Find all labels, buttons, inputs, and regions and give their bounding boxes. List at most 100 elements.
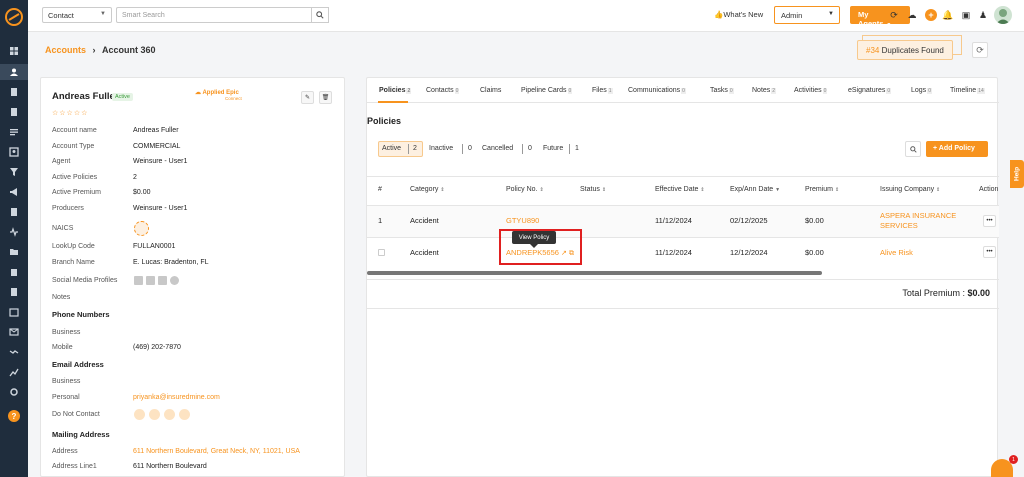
id-card-icon[interactable] bbox=[9, 147, 19, 157]
email-link[interactable]: priyanka@insuredmine.com bbox=[133, 394, 220, 401]
field-value: Andreas Fuller bbox=[133, 127, 179, 134]
column-header-policy-no[interactable]: Policy No. ⇕ bbox=[506, 186, 544, 193]
social-media-icons bbox=[134, 276, 179, 285]
field-label: Active Premium bbox=[52, 189, 102, 196]
phone-numbers-heading: Phone Numbers bbox=[52, 310, 110, 319]
report-icon[interactable] bbox=[9, 207, 19, 217]
calendar-icon[interactable] bbox=[9, 307, 19, 317]
row-checkbox[interactable] bbox=[378, 249, 385, 256]
field-label: Agent bbox=[52, 158, 71, 165]
column-label: Category bbox=[410, 186, 439, 193]
cloud-icon[interactable]: ☁ bbox=[906, 9, 918, 21]
add-circle-icon[interactable]: + bbox=[925, 9, 937, 21]
globe-icon[interactable] bbox=[170, 276, 179, 285]
field-label: Business bbox=[52, 329, 81, 336]
tab-claims[interactable]: Claims bbox=[480, 87, 501, 94]
column-header-exp-date[interactable]: Exp/Ann Date ▼ bbox=[730, 186, 780, 193]
filter-cancelled[interactable]: Cancelled bbox=[482, 145, 513, 152]
smart-search-input[interactable]: Smart Search bbox=[116, 7, 312, 23]
issuing-company-link[interactable]: Alive Risk bbox=[880, 248, 913, 257]
delete-button[interactable]: 🗑 bbox=[319, 91, 332, 104]
list-icon[interactable] bbox=[9, 127, 19, 137]
admin-select[interactable]: Admin ▼ bbox=[774, 6, 840, 24]
mail-icon[interactable] bbox=[9, 327, 19, 337]
tab-contacts[interactable]: Contacts 0 bbox=[426, 87, 460, 94]
tab-pipeline-cards[interactable]: Pipeline Cards 0 bbox=[521, 87, 573, 94]
tab-esignatures[interactable]: eSignatures 0 bbox=[848, 87, 892, 94]
column-header-category[interactable]: Category ⇕ bbox=[410, 186, 445, 193]
page-icon[interactable] bbox=[9, 287, 19, 297]
contact-type-select[interactable]: Contact ▼ bbox=[42, 7, 112, 23]
horizontal-scrollbar[interactable] bbox=[367, 271, 822, 275]
documents-icon[interactable] bbox=[9, 87, 19, 97]
duplicates-count: #34 bbox=[866, 46, 880, 55]
help-tab[interactable]: Help bbox=[1010, 160, 1024, 188]
help-icon[interactable]: ? bbox=[8, 410, 20, 422]
sync-icon[interactable]: ⟳ bbox=[888, 9, 900, 21]
chat-toggle-icon[interactable] bbox=[149, 409, 160, 420]
tab-logs[interactable]: Logs 0 bbox=[911, 87, 932, 94]
tab-timeline[interactable]: Timeline 14 bbox=[950, 87, 985, 94]
issuing-company-link[interactable]: ASPERA INSURANCE SERVICES bbox=[880, 211, 970, 231]
contacts-icon[interactable] bbox=[9, 67, 19, 77]
app-logo[interactable] bbox=[0, 0, 28, 34]
tab-tasks[interactable]: Tasks 0 bbox=[710, 87, 734, 94]
filter-icon[interactable] bbox=[9, 167, 19, 177]
chart-icon[interactable] bbox=[9, 367, 19, 377]
column-header-status[interactable]: Status ⇕ bbox=[580, 186, 606, 193]
tab-notes[interactable]: Notes 2 bbox=[752, 87, 777, 94]
tab-policies[interactable]: Policies 2 bbox=[379, 87, 412, 94]
edit-button[interactable]: ✎ bbox=[301, 91, 314, 104]
add-policy-button[interactable]: + Add Policy bbox=[926, 141, 988, 157]
field-label: Active Policies bbox=[52, 174, 98, 181]
handshake-icon[interactable] bbox=[9, 347, 19, 357]
address-link[interactable]: 611 Northern Boulevard, Great Neck, NY, … bbox=[133, 448, 300, 455]
twitter-icon[interactable] bbox=[158, 276, 167, 285]
pulse-icon[interactable] bbox=[9, 227, 19, 237]
policy-search-button[interactable] bbox=[905, 141, 921, 157]
dashboard-icon[interactable] bbox=[9, 46, 19, 56]
email-toggle-icon[interactable] bbox=[134, 409, 145, 420]
field-value: COMMERCIAL bbox=[133, 143, 181, 150]
building-icon[interactable] bbox=[9, 267, 19, 277]
row-action-button[interactable]: ••• bbox=[983, 246, 996, 258]
row-premium: $0.00 bbox=[805, 216, 824, 225]
tab-communications[interactable]: Communications 0 bbox=[628, 87, 686, 94]
filter-future[interactable]: Future bbox=[543, 145, 563, 152]
search-button[interactable] bbox=[312, 7, 329, 23]
facebook-icon[interactable] bbox=[146, 276, 155, 285]
policy-number-link[interactable]: GTYU890 bbox=[506, 216, 539, 225]
files-icon[interactable] bbox=[9, 107, 19, 117]
megaphone-icon[interactable] bbox=[9, 187, 19, 197]
duplicates-found-button[interactable]: #34 Duplicates Found bbox=[857, 40, 953, 60]
rating-stars[interactable]: ☆☆☆☆☆ bbox=[52, 109, 88, 117]
my-agents-button[interactable]: My Agents ▼ bbox=[850, 6, 910, 28]
column-header-effective-date[interactable]: Effective Date ⇕ bbox=[655, 186, 705, 193]
refresh-button[interactable]: ⟳ bbox=[972, 42, 988, 58]
avatar[interactable] bbox=[994, 6, 1012, 24]
mail-toggle-icon[interactable] bbox=[179, 409, 190, 420]
settings-icon[interactable] bbox=[9, 387, 19, 397]
user-icon[interactable]: ♟ bbox=[977, 9, 989, 21]
account-details-card: Andreas Fuller Active ☆☆☆☆☆ ☁ Applied Ep… bbox=[40, 77, 345, 477]
row-action-button[interactable]: ••• bbox=[983, 215, 996, 227]
filter-inactive[interactable]: Inactive bbox=[429, 145, 453, 152]
phone-toggle-icon[interactable] bbox=[164, 409, 175, 420]
column-header-premium[interactable]: Premium ⇕ bbox=[805, 186, 839, 193]
breadcrumb-accounts-link[interactable]: Accounts bbox=[45, 45, 86, 55]
column-label: Issuing Company bbox=[880, 186, 935, 193]
filter-active[interactable]: Active bbox=[382, 145, 401, 152]
chip-icon[interactable]: ▣ bbox=[960, 9, 972, 21]
tab-label: Timeline bbox=[950, 87, 977, 94]
whats-new-link[interactable]: 👍What's New bbox=[714, 10, 763, 19]
column-header-issuing-company[interactable]: Issuing Company ⇕ bbox=[880, 186, 940, 193]
tab-files[interactable]: Files 1 bbox=[592, 87, 613, 94]
linkedin-icon[interactable] bbox=[134, 276, 143, 285]
folder-icon[interactable] bbox=[9, 247, 19, 257]
applied-epic-link[interactable]: ☁ Applied Epic Connect bbox=[195, 89, 242, 101]
chevron-down-icon: ▼ bbox=[100, 11, 106, 17]
tab-activities[interactable]: Activities 0 bbox=[794, 87, 828, 94]
bell-icon[interactable]: 🔔 bbox=[942, 9, 954, 21]
field-label: Do Not Contact bbox=[52, 411, 100, 418]
naics-icon[interactable] bbox=[134, 221, 149, 236]
